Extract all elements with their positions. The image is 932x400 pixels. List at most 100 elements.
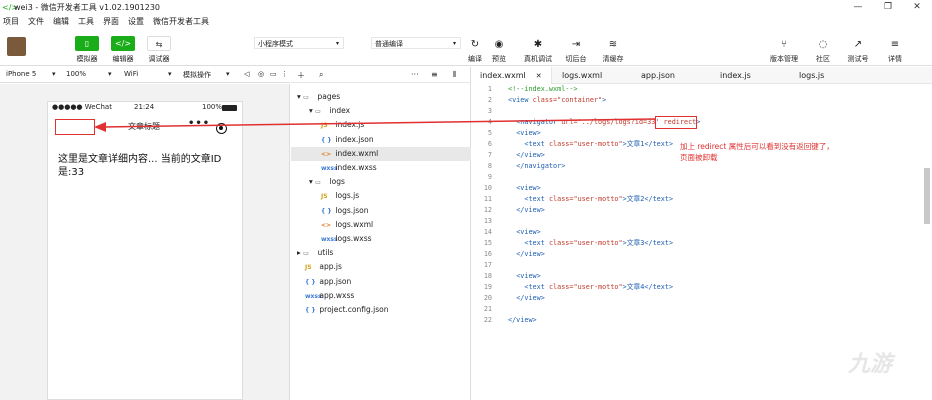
tree-file[interactable]: <> logs.wxml xyxy=(291,218,471,232)
article-content: 这里是文章详细内容... 当前的文章ID是:33 xyxy=(58,154,222,178)
search-icon[interactable]: ⌕ xyxy=(319,70,323,80)
menu-tools[interactable]: 工具 xyxy=(78,16,94,27)
code-line[interactable]: 10 <view> xyxy=(472,183,541,194)
tree-file[interactable]: wxss index.wxss xyxy=(291,161,471,175)
tree-folder[interactable]: ▾ ▭ pages xyxy=(291,90,471,104)
maximize-button[interactable]: ❐ xyxy=(873,0,903,14)
tree-folder[interactable]: ▸ ▭ utils xyxy=(291,246,471,260)
phone-icon: ▯ xyxy=(75,36,99,51)
code-line[interactable]: 7 </view> xyxy=(472,150,545,161)
tree-file[interactable]: wxss logs.wxss xyxy=(291,232,471,246)
tab-logs-js[interactable]: logs.js xyxy=(791,67,869,84)
menu-devtools[interactable]: 微信开发者工具 xyxy=(153,16,209,27)
code-line[interactable]: 15 <text class="user-motto">文章3</text> xyxy=(472,238,673,249)
json-file-icon: { } xyxy=(305,278,316,286)
code-line[interactable]: 14 <view> xyxy=(472,227,541,238)
tree-file[interactable]: <> index.wxml xyxy=(291,146,471,161)
code-line[interactable]: 12 </view> xyxy=(472,205,545,216)
add-icon[interactable]: ＋ xyxy=(297,70,305,81)
menu-edit[interactable]: 编辑 xyxy=(53,16,69,27)
tree-file[interactable]: JS app.js xyxy=(291,260,471,274)
tree-file[interactable]: { } project.config.json xyxy=(291,303,471,317)
code-line[interactable]: 11 <text class="user-motto">文章2</text> xyxy=(472,194,673,205)
code-line[interactable]: 21 xyxy=(472,304,508,315)
tree-folder[interactable]: ▾ ▭ index xyxy=(291,104,471,118)
remote-debug-button[interactable]: ✱ 真机调试 xyxy=(518,38,558,64)
nav-title: 文章标题 xyxy=(128,122,160,131)
code-line[interactable]: 1 <!--index.wxml--> xyxy=(472,84,578,95)
compile-mode-select[interactable]: 普通编译 ▾ xyxy=(371,37,461,49)
minimize-button[interactable]: — xyxy=(843,0,873,14)
code-line[interactable]: 5 <view> xyxy=(472,128,541,139)
eye-icon: ◉ xyxy=(494,39,504,50)
code-line[interactable]: 16 </view> xyxy=(472,249,545,260)
code-line[interactable]: 9 xyxy=(472,172,508,183)
code-line[interactable]: 2 <view class="container"> xyxy=(472,95,606,106)
volume-icon[interactable]: ◁ xyxy=(244,70,249,78)
code-line[interactable]: 3 xyxy=(472,106,508,117)
test-account-button[interactable]: ↗ 测试号 xyxy=(838,38,878,64)
background-button[interactable]: ⇥ 切后台 xyxy=(556,38,596,64)
debugger-button[interactable]: ⇆ 调试器 xyxy=(144,36,174,64)
community-button[interactable]: ◌ 社区 xyxy=(803,38,843,64)
menu-file[interactable]: 文件 xyxy=(28,16,44,27)
tree-folder[interactable]: ▾ ▭ logs xyxy=(291,175,471,189)
preview-button[interactable]: ◉ 预览 xyxy=(479,38,519,64)
tab-index-js[interactable]: index.js xyxy=(712,67,790,84)
device-select[interactable]: iPhone 5 xyxy=(6,70,36,78)
rotate-icon[interactable]: ◎ xyxy=(258,70,264,78)
js-file-icon: JS xyxy=(321,193,328,201)
code-icon: </> xyxy=(111,36,135,51)
code-line[interactable]: 13 xyxy=(472,216,508,227)
avatar[interactable] xyxy=(7,37,26,56)
more-icon[interactable]: ··· xyxy=(411,70,419,79)
clock-label: 21:24 xyxy=(134,103,155,111)
wxml-file-icon: <> xyxy=(321,150,332,158)
code-line[interactable]: 22 </view> xyxy=(472,315,537,326)
capsule-close-icon[interactable] xyxy=(216,123,227,134)
code-line[interactable]: 20 </view> xyxy=(472,293,545,304)
annotation-note: 加上 redirect 属性后可以看到没有返回键了， 页面被卸载 xyxy=(680,142,834,162)
version-button[interactable]: ⑂ 版本管理 xyxy=(764,38,804,64)
wxss-file-icon: wxss xyxy=(305,292,322,300)
tab-logs-wxml[interactable]: logs.wxml xyxy=(554,67,632,84)
close-icon[interactable]: ✕ xyxy=(536,72,542,80)
code-line[interactable]: 17 xyxy=(472,260,508,271)
tab-index-wxml[interactable]: index.wxml ✕ xyxy=(472,67,552,84)
more-dots-icon[interactable]: ••• xyxy=(188,118,210,129)
json-file-icon: { } xyxy=(321,207,332,215)
simulator-button[interactable]: ▯ 模拟器 xyxy=(72,36,102,64)
menu-view[interactable]: 界面 xyxy=(103,16,119,27)
title-bar: </> wei3 - 微信开发者工具 v1.02.1901230 xyxy=(0,0,932,14)
tree-file[interactable]: { } index.json xyxy=(291,133,471,147)
window-icon[interactable]: ▭ xyxy=(270,70,277,78)
code-line[interactable]: 8 </navigator> xyxy=(472,161,565,172)
chevron-down-icon: ▾ xyxy=(226,70,230,78)
device-toolbar: iPhone 5 ▾ 100% ▾ WiFi ▾ 模拟操作 ▾ ◁ ◎ ▭ ⋮ xyxy=(0,67,290,83)
mode-select[interactable]: 小程序模式 ▾ xyxy=(254,37,344,49)
details-button[interactable]: ≡ 详情 xyxy=(875,38,915,64)
menu-project[interactable]: 项目 xyxy=(3,16,19,27)
tree-file[interactable]: JS index.js xyxy=(291,118,471,132)
zoom-select[interactable]: 100% xyxy=(66,70,86,78)
clear-cache-button[interactable]: ≋ 清缓存 xyxy=(593,38,633,64)
more-icon[interactable]: ⋮ xyxy=(281,70,288,78)
sort-icon[interactable]: ≡ xyxy=(431,70,438,79)
network-select[interactable]: WiFi xyxy=(124,70,138,78)
tree-file[interactable]: wxss app.wxss xyxy=(291,289,471,303)
code-line[interactable]: 18 <view> xyxy=(472,271,541,282)
split-icon[interactable]: ⫴ xyxy=(453,70,456,80)
code-line[interactable]: 19 <text class="user-motto">文章4</text> xyxy=(472,282,673,293)
tree-file[interactable]: { } app.json xyxy=(291,275,471,289)
tree-file[interactable]: { } logs.json xyxy=(291,204,471,218)
code-line[interactable]: 6 <text class="user-motto">文章1</text> xyxy=(472,139,673,150)
operation-select[interactable]: 模拟操作 xyxy=(183,70,211,80)
menu-settings[interactable]: 设置 xyxy=(128,16,144,27)
tree-file[interactable]: JS logs.js xyxy=(291,189,471,203)
json-file-icon: { } xyxy=(321,136,332,144)
close-button[interactable]: ✕ xyxy=(902,0,932,14)
editor-button[interactable]: </> 编辑器 xyxy=(108,36,138,64)
battery-label: 100% xyxy=(202,103,223,111)
editor-scrollbar[interactable] xyxy=(924,168,930,224)
tab-app-json[interactable]: app.json xyxy=(633,67,711,84)
